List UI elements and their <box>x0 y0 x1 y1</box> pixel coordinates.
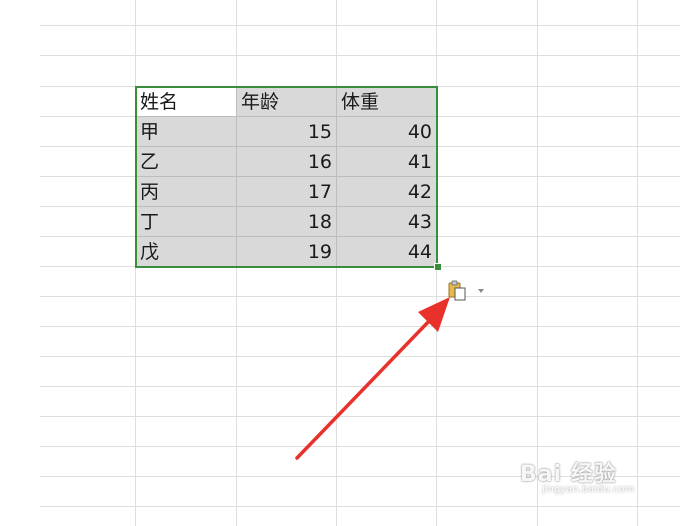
spreadsheet-grid: 姓名 年龄 体重 甲 15 40 乙 16 41 丙 17 42 丁 18 43… <box>0 0 680 526</box>
annotation-arrow <box>295 297 450 460</box>
baidu-watermark: Bai 经验 jingyan.baidu.com <box>520 450 670 500</box>
watermark-url: jingyan.baidu.com <box>542 484 635 495</box>
